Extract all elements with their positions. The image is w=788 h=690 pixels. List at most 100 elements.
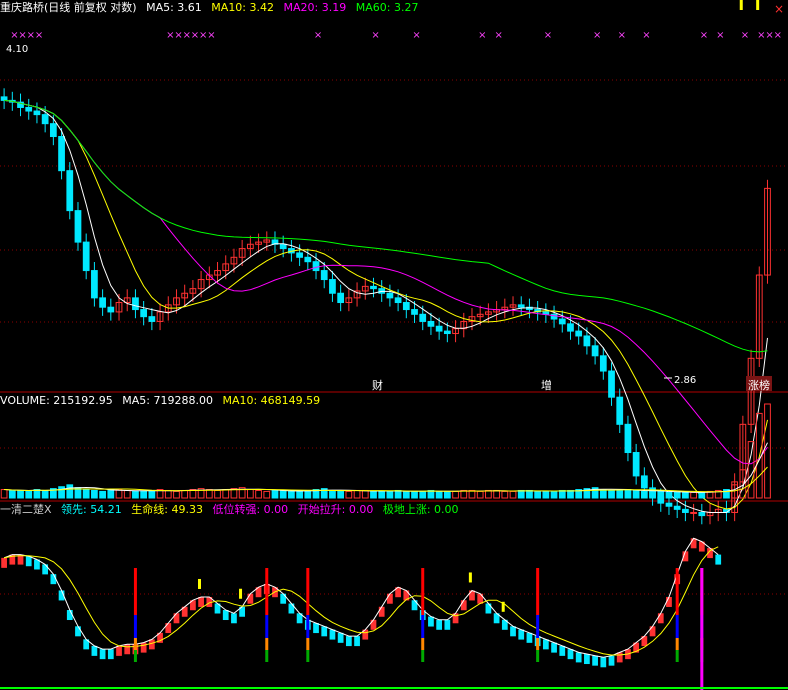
candle-body — [337, 292, 345, 304]
volume-bar — [123, 489, 131, 499]
yellow-marker — [501, 601, 505, 612]
candle-body — [107, 306, 115, 313]
volume-bar — [296, 490, 303, 499]
candle-body — [66, 170, 74, 212]
candle-body — [25, 106, 33, 112]
signal-cross-icon: × — [174, 30, 182, 41]
signal-cross-icon: × — [618, 30, 626, 41]
volume-bar — [222, 489, 230, 499]
signal-cross-icon: × — [191, 30, 199, 41]
yellow-marker — [198, 578, 201, 589]
candle-body — [608, 370, 615, 398]
volume-bar — [329, 489, 336, 499]
volume-bar — [534, 490, 542, 499]
signal-cross-icon: × — [371, 30, 379, 41]
volume-bar — [99, 490, 106, 499]
candle-body — [49, 123, 57, 138]
volume-bar — [107, 489, 115, 499]
volume-bar — [361, 489, 369, 499]
signal-cross-icon: × — [478, 30, 486, 41]
volume-bar — [132, 490, 139, 499]
candle-body — [443, 330, 451, 335]
volume-bar — [279, 489, 287, 499]
volume-bar — [485, 489, 492, 499]
volume-bar — [288, 490, 295, 499]
signal-cross-icon: × — [757, 30, 765, 41]
candle-body — [74, 210, 82, 243]
candle-body — [148, 316, 156, 322]
candle-body — [665, 502, 673, 507]
volume-bar — [542, 490, 550, 499]
volume-bar — [25, 490, 33, 499]
candle-body — [632, 452, 640, 477]
candle-body — [99, 297, 106, 308]
signal-cross-icon: × — [27, 30, 35, 41]
candle-body — [33, 110, 41, 116]
volume-bar — [435, 490, 443, 499]
candle-body — [419, 313, 427, 322]
volume-bar — [164, 489, 172, 499]
yellow-marker — [239, 588, 243, 599]
signal-cross-icon: × — [495, 30, 503, 41]
volume-bar — [370, 490, 377, 499]
volume-bar — [41, 489, 49, 499]
candle-body — [320, 270, 328, 281]
candle-body — [132, 297, 139, 311]
volume-bar — [682, 491, 689, 499]
volume-bar — [271, 489, 279, 499]
candle-body — [394, 297, 402, 304]
signal-cross-icon: × — [774, 30, 782, 41]
volume-bar — [550, 490, 558, 499]
candle-body — [435, 325, 443, 332]
volume-bar — [468, 489, 476, 499]
candle-body — [370, 285, 377, 290]
tag-cai: 财 — [372, 378, 383, 392]
candle-body — [402, 302, 410, 311]
volume-bar — [665, 491, 673, 499]
tag-zeng: 增 — [541, 378, 552, 392]
volume-bar — [82, 489, 90, 499]
high-price-label: 4.10 — [6, 44, 28, 55]
low-price-label: 2.86 — [674, 375, 696, 386]
volume-bar — [91, 489, 98, 499]
signal-cross-icon: × — [10, 30, 18, 41]
signal-cross-icon: × — [741, 30, 749, 41]
candle-body — [427, 320, 435, 327]
signal-cross-icon: × — [765, 30, 773, 41]
candle-body — [616, 396, 624, 425]
candle-body — [296, 252, 303, 258]
volume-bar — [690, 491, 697, 499]
candle-body — [91, 270, 98, 299]
volume-bar — [673, 491, 681, 499]
candle-body — [624, 423, 632, 454]
volume-bar — [698, 491, 706, 499]
candle-body — [640, 475, 648, 489]
volume-bar — [402, 490, 410, 499]
yellow-marker — [468, 572, 472, 583]
volume-bar — [353, 489, 361, 499]
volume-bar — [337, 490, 345, 499]
candle-body — [583, 335, 591, 347]
signal-cross-icon: × — [593, 30, 601, 41]
volume-bar — [747, 441, 755, 499]
volume-bar — [526, 489, 533, 499]
volume-bar — [140, 490, 148, 499]
signal-cross-icon: × — [199, 30, 207, 41]
volume-bar — [764, 403, 771, 499]
candle-body — [82, 241, 90, 272]
chart-canvas[interactable]: × × × × × × × × × × × × × × × × × × × × × × × × ×4.102.86财增涨榜 — [0, 0, 788, 690]
volume-bar — [632, 489, 640, 499]
candle-body — [329, 279, 336, 294]
volume-bar — [304, 489, 312, 499]
volume-bar — [567, 489, 574, 499]
volume-bar — [181, 489, 189, 499]
candle-body — [41, 114, 49, 125]
volume-bar — [517, 489, 525, 499]
candle-body — [279, 243, 287, 250]
volume-bar — [501, 490, 509, 499]
signal-cross-icon: × — [314, 30, 322, 41]
signal-cross-icon: × — [18, 30, 26, 41]
lead-line — [3, 537, 719, 658]
signal-cross-icon: × — [166, 30, 174, 41]
signal-cross-icon: × — [716, 30, 724, 41]
